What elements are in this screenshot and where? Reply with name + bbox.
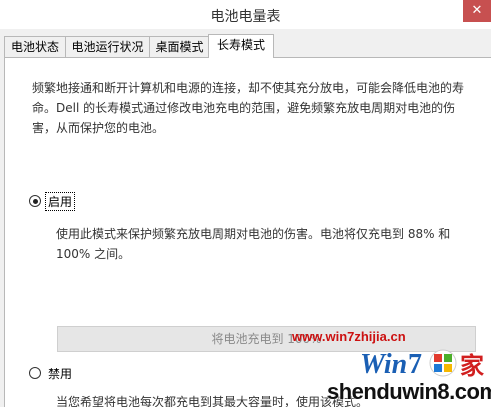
enable-label[interactable]: 启用 xyxy=(44,191,76,211)
window-title: 电池电量表 xyxy=(210,9,281,25)
longevity-description: 频繁地接通和断开计算机和电源的连接，却不使其充分放电，可能会降低电池的寿命。De… xyxy=(32,81,465,135)
enable-description: 使用此模式来保护频繁充放电周期对电池的伤害。电池将仅充电到 88% 和 100%… xyxy=(56,227,451,261)
tab-longevity-mode[interactable]: 长寿模式 xyxy=(208,34,274,58)
title-bar: 电池电量表 ✕ xyxy=(0,0,491,29)
svg-text:Win: Win xyxy=(360,349,407,380)
svg-text:7: 7 xyxy=(408,349,422,380)
enable-option[interactable]: 启用 xyxy=(29,191,76,211)
close-icon: ✕ xyxy=(471,3,483,18)
svg-text:家: 家 xyxy=(460,352,484,380)
tab-battery-health[interactable]: 电池运行状况 xyxy=(65,36,150,57)
disable-option[interactable]: 禁用 xyxy=(29,365,74,381)
close-button[interactable]: ✕ xyxy=(463,0,491,22)
disable-label[interactable]: 禁用 xyxy=(46,365,74,382)
tab-battery-status[interactable]: 电池状态 xyxy=(4,36,66,57)
win7-logo-icon: Win 7 家 xyxy=(360,349,484,380)
watermark-url: www.win7zhijia.cn xyxy=(292,329,406,344)
disable-radio[interactable] xyxy=(29,367,41,379)
enable-radio[interactable] xyxy=(29,195,41,207)
battery-meter-window: 电池电量表 ✕ 电池状态 电池运行状况 桌面模式 长寿模式 频繁地接通和断开计算… xyxy=(0,0,491,407)
tab-desktop-mode[interactable]: 桌面模式 xyxy=(149,36,210,57)
watermark-site: shenduwin8.com xyxy=(327,379,491,404)
